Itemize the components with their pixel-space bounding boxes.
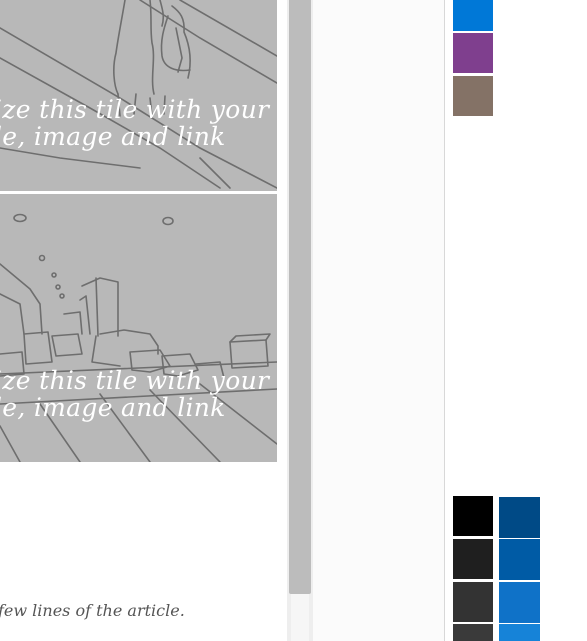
tile-1-caption-line-2: le, image and link [0, 122, 226, 151]
tile-1-caption-line-1: ize this tile with your [0, 95, 270, 124]
panel-divider [444, 0, 445, 641]
tile-2-caption-line-2: le, image and link [0, 393, 226, 422]
swatch-navy[interactable] [499, 497, 540, 538]
swatch-black[interactable] [453, 496, 493, 536]
swatch-graphite[interactable] [453, 624, 493, 641]
swatch-blue[interactable] [453, 0, 493, 31]
swatch-charcoal[interactable] [453, 582, 493, 622]
swatch-dark-gray[interactable] [453, 539, 493, 579]
tile-2[interactable]: ize this tile with your le, image and li… [0, 194, 277, 462]
swatch-purple[interactable] [453, 33, 493, 73]
tile-2-caption-line-1: ize this tile with your [0, 366, 270, 395]
tile-1[interactable]: ize this tile with your le, image and li… [0, 0, 277, 191]
swatch-taupe[interactable] [453, 76, 493, 116]
right-panel [313, 0, 444, 641]
scrollbar-bottom-gap [291, 594, 309, 641]
swatch-bright-blue[interactable] [499, 624, 540, 641]
start-screen-customizer: ize this tile with your le, image and li… [0, 0, 587, 641]
swatch-medium-blue[interactable] [499, 582, 540, 623]
tile-1-caption: ize this tile with your le, image and li… [0, 96, 269, 150]
article-snippet: few lines of the article. [0, 601, 185, 620]
tile-2-caption: ize this tile with your le, image and li… [0, 367, 269, 421]
swatch-dark-blue[interactable] [499, 539, 540, 580]
vertical-scrollbar-thumb[interactable] [289, 0, 311, 594]
